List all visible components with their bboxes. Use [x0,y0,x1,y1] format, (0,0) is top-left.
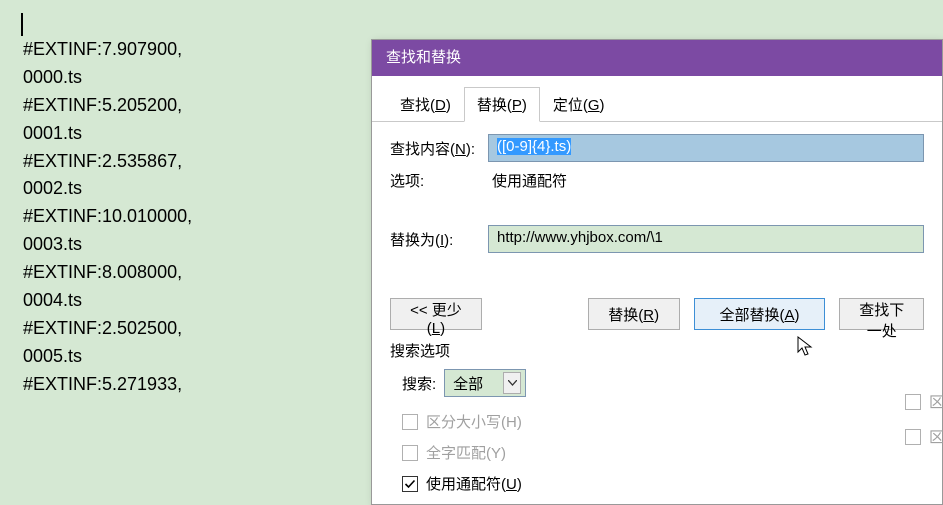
checkbox-icon [402,414,418,430]
checkbox-icon [905,429,921,445]
tab-replace[interactable]: 替换(P) [464,87,540,122]
editor-line: 0003.ts [23,231,192,259]
checkbox-whole-word: 全字匹配(Y) [402,442,924,463]
editor-line: #EXTINF:5.205200, [23,92,192,120]
replace-with-label: 替换为(I): [390,229,488,250]
checkbox-icon [905,394,921,410]
editor-line: #EXTINF:8.008000, [23,259,192,287]
find-replace-dialog: 查找和替换 查找(D) 替换(P) 定位(G) 查找内容(N): ([0-9]{… [371,39,943,505]
checkbox-wildcards[interactable]: 使用通配符(U) [402,473,924,494]
editor-line: 0005.ts [23,343,192,371]
search-scope-select[interactable]: 全部 [444,369,526,397]
editor-line: 0000.ts [23,64,192,92]
tab-find[interactable]: 查找(D) [387,87,464,122]
replace-input[interactable]: http://www.yhjbox.com/\1 [488,225,924,253]
less-button[interactable]: << 更少(L) [390,298,482,330]
text-cursor [21,13,23,36]
editor-line: #EXTINF:10.010000, [23,203,192,231]
editor-line: 0001.ts [23,120,192,148]
find-label: 查找内容(N): [390,138,488,159]
editor-line: 0004.ts [23,287,192,315]
options-label: 选项: [390,170,488,191]
checkbox-match-case: 区分大小写(H) [402,411,924,432]
search-scope-value: 全部 [453,373,483,394]
checkbox-right-1: 区 [905,391,943,412]
tab-goto[interactable]: 定位(G) [540,87,618,122]
chevron-down-icon [503,372,521,394]
editor-line: #EXTINF:7.907900, [23,36,192,64]
checkbox-checked-icon [402,476,418,492]
editor-line: #EXTINF:2.502500, [23,315,192,343]
checkbox-right-2: 区 [905,426,943,447]
tabs: 查找(D) 替换(P) 定位(G) [387,87,942,122]
replace-button[interactable]: 替换(R) [588,298,680,330]
search-options-label: 搜索选项 [390,340,942,361]
find-input[interactable]: ([0-9]{4}.ts) [488,134,924,162]
search-scope-label: 搜索: [402,373,436,394]
replace-all-button[interactable]: 全部替换(A) [694,298,826,330]
checkbox-icon [402,445,418,461]
editor-line: 0002.ts [23,175,192,203]
dialog-title: 查找和替换 [386,49,461,66]
editor-line: #EXTINF:5.271933, [23,371,192,399]
options-value: 使用通配符 [488,170,567,191]
dialog-titlebar: 查找和替换 [372,40,942,76]
editor-line: #EXTINF:2.535867, [23,148,192,176]
text-editor[interactable]: #EXTINF:7.907900,0000.ts#EXTINF:5.205200… [23,36,192,399]
find-next-button[interactable]: 查找下一处 [839,298,924,330]
